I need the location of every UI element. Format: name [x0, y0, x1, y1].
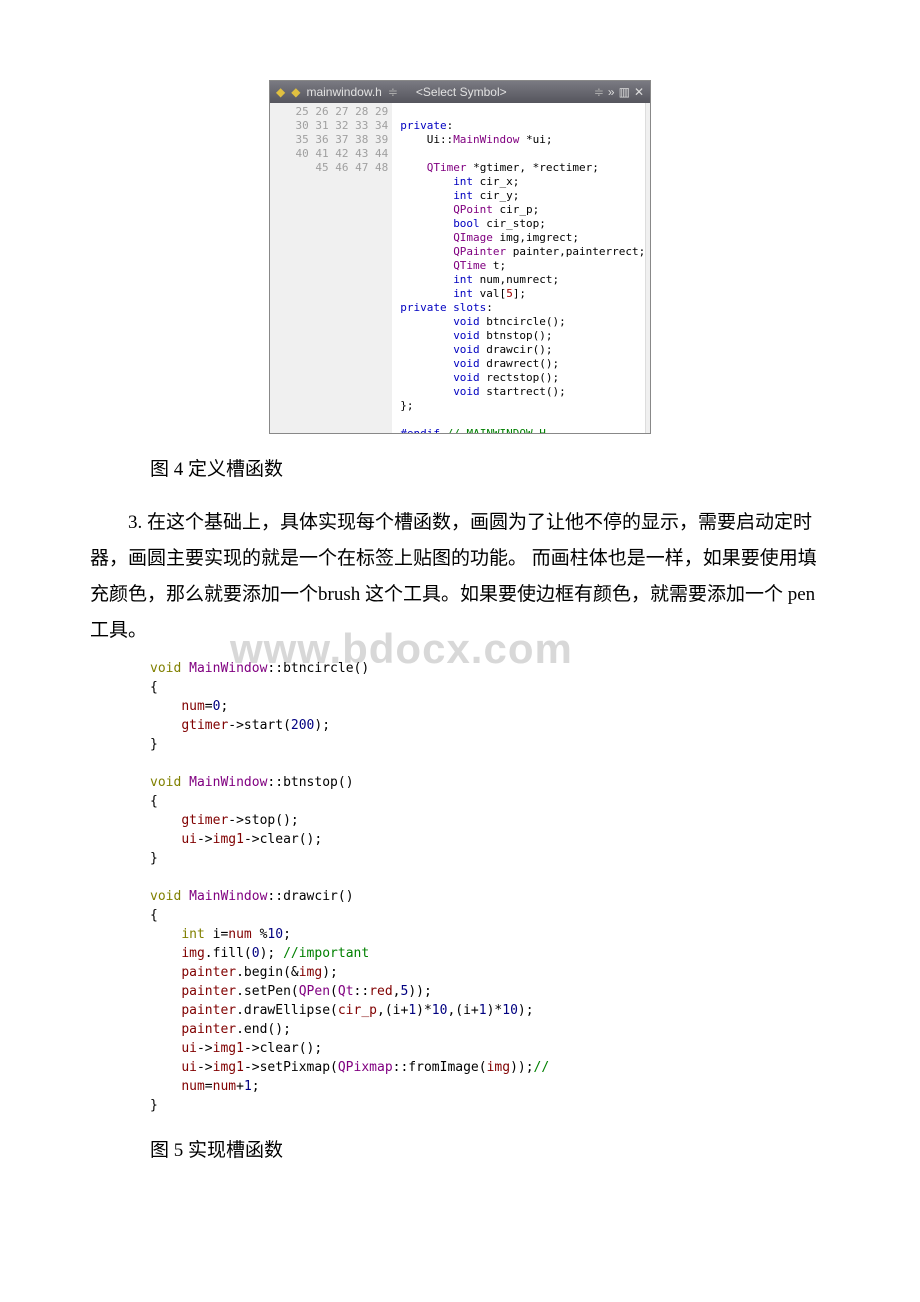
separator-icon: ≑: [594, 85, 604, 99]
paragraph-3: 3. 在这个基础上，具体实现每个槽函数，画圆为了让他不停的显示，需要启动定时器，…: [90, 505, 830, 649]
nav-forward-icon[interactable]: ◆: [291, 85, 300, 99]
figure-caption-4: 图 4 定义槽函数: [150, 454, 830, 481]
chevron-right-icon[interactable]: »: [608, 85, 615, 99]
figure-caption-5: 图 5 实现槽函数: [150, 1135, 830, 1162]
code-editor-header-file: ◆ ◆ mainwindow.h ≑ <Select Symbol> ≑ » ▥…: [269, 80, 651, 434]
split-icon[interactable]: ▥: [619, 85, 630, 99]
nav-back-icon[interactable]: ◆: [276, 85, 285, 99]
file-dropdown[interactable]: mainwindow.h: [306, 85, 381, 99]
symbol-dropdown[interactable]: <Select Symbol>: [416, 85, 507, 99]
close-icon[interactable]: ✕: [634, 85, 644, 99]
scrollbar[interactable]: [645, 103, 650, 433]
editor-body[interactable]: 25 26 27 28 29 30 31 32 33 34 35 36 37 3…: [270, 103, 650, 433]
separator-icon: ≑: [388, 85, 398, 99]
code-block-implementation: www.bdocx.comvoid MainWindow::btncircle(…: [150, 659, 830, 1115]
line-gutter: 25 26 27 28 29 30 31 32 33 34 35 36 37 3…: [270, 103, 392, 433]
code-content[interactable]: private: Ui::MainWindow *ui; QTimer *gti…: [392, 103, 645, 433]
editor-toolbar: ◆ ◆ mainwindow.h ≑ <Select Symbol> ≑ » ▥…: [270, 81, 650, 103]
